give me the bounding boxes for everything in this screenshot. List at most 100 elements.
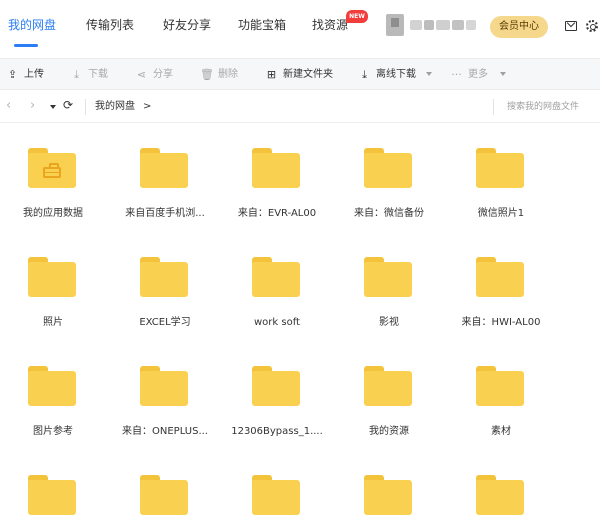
folder-icon [28, 257, 76, 297]
delete-button[interactable]: 🗑 删除 [200, 68, 242, 82]
folder-icon [28, 366, 76, 406]
username-blurred[interactable] [436, 20, 450, 30]
folder-name: EXCEL学习 [139, 317, 191, 328]
folder-icon [252, 148, 300, 188]
share-icon: ⋖ [136, 68, 147, 81]
divider [85, 99, 86, 115]
folder-item[interactable] [0, 451, 105, 526]
app-folder-icon [28, 148, 76, 188]
folder-icon [476, 366, 524, 406]
history-dropdown-icon[interactable] [50, 105, 56, 109]
folder-icon [252, 475, 300, 515]
folder-icon [140, 257, 188, 297]
folder-icon [140, 366, 188, 406]
folder-icon [140, 148, 188, 188]
folder-icon [252, 257, 300, 297]
folder-name: 来自：微信备份 [354, 208, 424, 219]
folder-name: 微信照片1 [477, 208, 525, 219]
file-grid: 我的应用数据 来自百度手机浏... 来自：EVR-AL00 来自：微信备份 微信照片1 照… [0, 124, 600, 526]
tab-transfer-list[interactable]: 传输列表 [86, 17, 134, 33]
folder-name: 我的应用数据 [23, 208, 83, 219]
avatar[interactable] [386, 14, 404, 36]
vip-center-button[interactable]: 会员中心 [490, 16, 548, 38]
folder-item[interactable]: 12306Bypass_1.... [219, 342, 329, 442]
folder-item[interactable]: 来自：HWI-AL00 [443, 233, 553, 333]
folder-icon [476, 475, 524, 515]
folder-item[interactable] [219, 451, 329, 526]
tab-my-disk[interactable]: 我的网盘 [8, 17, 56, 33]
folder-name: 照片 [43, 317, 63, 328]
top-navigation: 我的网盘 传输列表 好友分享 功能宝箱 找资源 NEW 会员中心 [0, 0, 600, 52]
trash-icon: 🗑 [200, 68, 214, 81]
download-button[interactable]: ⤓ 下载 [70, 68, 112, 82]
folder-item[interactable] [107, 451, 217, 526]
folder-icon [476, 148, 524, 188]
more-icon: ··· [451, 68, 462, 81]
folder-item[interactable]: 来自：微信备份 [331, 124, 441, 224]
upload-button[interactable]: ⇪ 上传 [6, 68, 48, 82]
new-folder-button[interactable]: ⊞ 新建文件夹 [265, 68, 337, 82]
folder-icon [28, 475, 76, 515]
folder-item[interactable] [331, 451, 441, 526]
folder-name: 影视 [379, 317, 399, 328]
username-blurred[interactable] [466, 20, 476, 30]
username-blurred[interactable] [452, 20, 464, 30]
folder-icon [364, 475, 412, 515]
folder-item[interactable]: 影视 [331, 233, 441, 333]
folder-item[interactable]: 我的资源 [331, 342, 441, 442]
folder-item[interactable]: 来自百度手机浏... [107, 124, 217, 224]
breadcrumb[interactable]: 我的网盘 [95, 100, 135, 114]
offline-download-button[interactable]: ⤓ 离线下载 [358, 68, 420, 82]
breadcrumb-separator: > [143, 101, 152, 112]
folder-name: 来自：HWI-AL00 [461, 317, 541, 328]
folder-item[interactable]: 照片 [0, 233, 105, 333]
more-button[interactable]: ··· 更多 [450, 68, 492, 82]
folder-item[interactable]: work soft [219, 233, 329, 333]
folder-name: work soft [254, 317, 300, 328]
forward-arrow-icon[interactable]: › [30, 99, 35, 113]
folder-icon [364, 366, 412, 406]
folder-item[interactable]: 图片参考 [0, 342, 105, 442]
tab-toolbox[interactable]: 功能宝箱 [238, 17, 286, 33]
folder-name: 素材 [491, 426, 511, 437]
username-blurred[interactable] [424, 20, 434, 30]
folder-name: 来自：EVR-AL00 [237, 208, 317, 219]
folder-item[interactable] [443, 451, 553, 526]
folder-item[interactable]: 微信照片1 [443, 124, 553, 224]
download-icon: ⤓ [74, 68, 79, 81]
search-input[interactable]: 搜索我的网盘文件 [507, 101, 579, 113]
folder-item[interactable]: 来自：ONEPLUS... [107, 342, 217, 442]
upload-icon: ⇪ [7, 68, 18, 81]
folder-name: 来自百度手机浏... [125, 208, 205, 219]
folder-icon [476, 257, 524, 297]
new-badge: NEW [346, 10, 368, 23]
refresh-icon[interactable]: ⟳ [63, 98, 73, 112]
folder-name: 图片参考 [33, 426, 73, 437]
tab-friend-share[interactable]: 好友分享 [163, 17, 211, 33]
folder-item[interactable]: 我的应用数据 [0, 124, 105, 224]
mail-icon[interactable] [565, 21, 577, 31]
folder-icon [364, 148, 412, 188]
folder-name: 我的资源 [369, 426, 409, 437]
back-arrow-icon[interactable]: ‹ [6, 99, 11, 113]
gear-icon[interactable] [586, 20, 598, 32]
username-blurred[interactable] [410, 20, 422, 30]
address-bar: ‹ › ⟳ 我的网盘 > 搜索我的网盘文件 [0, 91, 600, 123]
folder-icon [252, 366, 300, 406]
chevron-down-icon[interactable] [500, 72, 506, 76]
folder-item[interactable]: EXCEL学习 [107, 233, 217, 333]
folder-item[interactable]: 素材 [443, 342, 553, 442]
active-tab-indicator [14, 44, 38, 47]
toolbar: ⇪ 上传 ⤓ 下载 ⋖ 分享 🗑 删除 ⊞ 新建文件夹 ⤓ 离线下载 ··· 更… [0, 58, 600, 90]
share-button[interactable]: ⋖ 分享 [135, 68, 177, 82]
divider [493, 99, 494, 115]
download-icon: ⤓ [362, 68, 367, 81]
folder-name: 12306Bypass_1.... [231, 426, 323, 437]
folder-item[interactable]: 来自：EVR-AL00 [219, 124, 329, 224]
folder-icon [364, 257, 412, 297]
folder-icon [140, 475, 188, 515]
new-folder-icon: ⊞ [266, 68, 277, 81]
chevron-down-icon[interactable] [426, 72, 432, 76]
folder-name: 来自：ONEPLUS... [122, 426, 208, 437]
tab-find-resources[interactable]: 找资源 [312, 17, 348, 33]
